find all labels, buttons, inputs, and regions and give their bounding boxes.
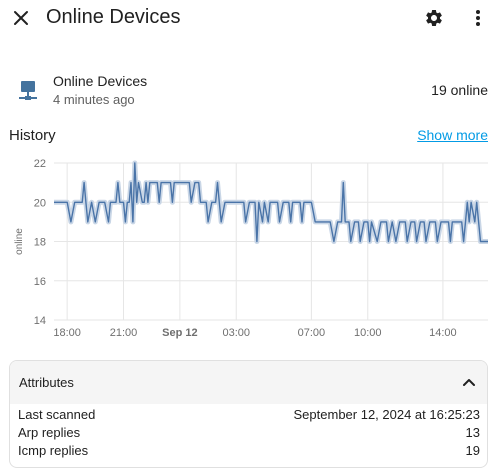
x-tick-label: 10:00 <box>354 327 382 339</box>
attribute-row-arp-replies: Arp replies 13 <box>10 423 487 441</box>
y-tick-label: 18 <box>34 237 46 249</box>
attribute-value: 19 <box>465 443 480 458</box>
x-tick-label: 21:00 <box>110 327 138 339</box>
lan-icon <box>19 81 37 100</box>
attribute-value: 13 <box>465 425 480 440</box>
attributes-list: Last scanned September 12, 2024 at 16:25… <box>10 404 487 459</box>
entity-last-changed: 4 minutes ago <box>53 92 135 107</box>
attributes-panel: Attributes Last scanned September 12, 20… <box>9 360 488 468</box>
attribute-key: Arp replies <box>18 425 81 440</box>
attributes-header[interactable]: Attributes <box>10 361 487 404</box>
settings-button[interactable] <box>421 5 447 31</box>
history-title: History <box>9 127 56 144</box>
entity-row: Online Devices 4 minutes ago 19 online <box>0 66 500 116</box>
attribute-key: Icmp replies <box>18 443 89 458</box>
x-tick-label: Sep 12 <box>162 327 197 339</box>
close-icon <box>14 11 28 25</box>
y-tick-label: 14 <box>34 315 46 327</box>
x-tick-label: 18:00 <box>53 327 81 339</box>
attribute-value: September 12, 2024 at 16:25:23 <box>293 407 480 422</box>
history-line-chart: 22 20 18 16 14 18:00 21:00 Sep 12 03:00 07:00 10:… <box>14 158 488 339</box>
x-tick-label: 14:00 <box>429 327 457 339</box>
dialog-header: Online Devices <box>0 0 500 38</box>
show-more-link[interactable]: Show more <box>417 127 488 143</box>
dialog-title: Online Devices <box>46 6 181 28</box>
more-options-button[interactable] <box>466 5 490 31</box>
gear-icon <box>426 9 442 26</box>
y-tick-label: 16 <box>34 276 46 288</box>
history-chart: 22 20 18 16 14 18:00 21:00 Sep 12 03:00 07:00 10:… <box>0 152 500 344</box>
chevron-up-icon <box>463 379 475 386</box>
y-tick-label: 22 <box>34 158 46 170</box>
more-vertical-icon <box>476 10 480 26</box>
entity-state: 19 online <box>431 82 488 98</box>
attribute-row-last-scanned: Last scanned September 12, 2024 at 16:25… <box>10 405 487 423</box>
x-tick-label: 07:00 <box>298 327 326 339</box>
attribute-key: Last scanned <box>18 407 96 422</box>
attributes-title: Attributes <box>19 375 74 390</box>
y-axis-label: online <box>14 228 25 255</box>
attribute-row-icmp-replies: Icmp replies 19 <box>10 441 487 459</box>
entity-name: Online Devices <box>53 73 148 89</box>
x-tick-label: 03:00 <box>222 327 250 339</box>
close-button[interactable] <box>8 5 34 31</box>
y-tick-label: 20 <box>34 197 46 209</box>
